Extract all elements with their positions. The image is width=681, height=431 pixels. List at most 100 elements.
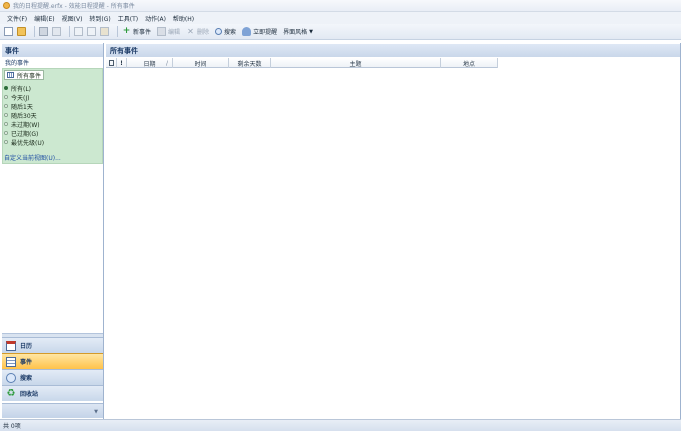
nav-calendar[interactable]: 日历 xyxy=(2,337,103,353)
column-subject-label: 主题 xyxy=(349,60,362,68)
filter-label: 未过期(W) xyxy=(11,121,40,129)
column-date-label: 日期 xyxy=(143,60,156,68)
filter-next-30-days[interactable]: 随后30天 xyxy=(4,111,100,120)
nav-calendar-label: 日历 xyxy=(20,343,33,350)
radio-icon xyxy=(4,104,8,108)
nav-search[interactable]: 搜索 xyxy=(2,369,103,385)
nav-recycle-label: 回收站 xyxy=(20,391,39,398)
toolbar-separator xyxy=(34,26,35,37)
open-folder-icon[interactable] xyxy=(17,27,26,36)
radio-icon xyxy=(4,86,8,90)
filter-label: 所有(L) xyxy=(11,85,32,93)
filter-next-1-day[interactable]: 随后1天 xyxy=(4,102,100,111)
bell-icon xyxy=(242,27,252,36)
plus-icon: + xyxy=(122,26,131,36)
menu-help[interactable]: 帮助(H) xyxy=(173,14,194,23)
grid-icon xyxy=(7,72,14,78)
menu-goto[interactable]: 转到(G) xyxy=(89,14,110,23)
radio-icon xyxy=(4,113,8,117)
pencil-icon xyxy=(157,27,167,36)
radio-icon xyxy=(4,131,8,135)
table-header: ! 日期 / 时间 剩余天数 主题 地点 xyxy=(106,58,498,68)
column-days-left-label: 剩余天数 xyxy=(237,60,262,68)
filter-label: 已过期(G) xyxy=(11,130,39,138)
priority-icon: ! xyxy=(120,59,123,67)
sort-icon: / xyxy=(165,59,168,67)
edit-label: 编辑 xyxy=(168,29,181,36)
menu-bar: 文件(F) 编辑(E) 视图(V) 转到(G) 工具(T) 动作(A) 帮助(H… xyxy=(0,12,681,24)
toolbar-separator xyxy=(117,26,118,37)
filter-not-expired[interactable]: 未过期(W) xyxy=(4,120,100,129)
delete-icon: ✕ xyxy=(187,27,194,36)
toolbar-separator xyxy=(69,26,70,37)
menu-view[interactable]: 视图(V) xyxy=(62,14,83,23)
search-icon xyxy=(215,28,223,35)
filter-label: 随后30天 xyxy=(11,112,37,120)
print-icon[interactable] xyxy=(39,27,48,36)
nav-events[interactable]: 事件 xyxy=(2,353,103,369)
search-label: 搜索 xyxy=(224,29,237,36)
left-pane-header: 事件 xyxy=(2,44,103,57)
radio-icon xyxy=(4,140,8,144)
column-time[interactable]: 时间 xyxy=(173,58,229,68)
cut-icon[interactable] xyxy=(74,27,83,36)
events-icon xyxy=(6,356,16,367)
menu-edit[interactable]: 编辑(E) xyxy=(34,14,54,23)
column-subject[interactable]: 主题 xyxy=(271,58,441,68)
status-text: 共 0项 xyxy=(3,423,21,430)
app-icon xyxy=(3,2,10,9)
nav-recycle-bin[interactable]: ♻ 回收站 xyxy=(2,385,103,401)
column-time-label: 时间 xyxy=(194,60,207,68)
theme-label: 界面风格 xyxy=(283,29,308,36)
paste-icon[interactable] xyxy=(100,27,109,36)
remind-now-label: 立即提醒 xyxy=(253,29,278,36)
menu-actions[interactable]: 动作(A) xyxy=(145,14,166,23)
radio-icon xyxy=(4,122,8,126)
nav-events-label: 事件 xyxy=(20,359,33,366)
theme-button[interactable]: 界面风格 ▼ xyxy=(283,27,313,37)
new-event-button[interactable]: + 新事件 xyxy=(122,26,152,37)
column-location-label: 地点 xyxy=(462,60,475,68)
radio-icon xyxy=(4,95,8,99)
my-events-label: 我的事件 xyxy=(5,60,30,67)
status-bar: 共 0项 xyxy=(0,419,681,431)
delete-label: 删除 xyxy=(197,29,210,36)
copy-icon[interactable] xyxy=(87,27,96,36)
column-date[interactable]: 日期 / xyxy=(127,58,173,68)
filter-all[interactable]: 所有(L) xyxy=(4,84,100,93)
edit-button[interactable]: 编辑 xyxy=(157,27,180,36)
menu-tools[interactable]: 工具(T) xyxy=(118,14,138,23)
filter-today[interactable]: 今天(J) xyxy=(4,93,100,102)
new-event-label: 新事件 xyxy=(133,29,152,36)
column-type[interactable] xyxy=(106,58,117,68)
column-location[interactable]: 地点 xyxy=(441,58,498,68)
filter-label: 最优先级(U) xyxy=(11,139,45,147)
preview-icon[interactable] xyxy=(52,27,61,36)
recycle-icon: ♻ xyxy=(6,387,16,399)
nav-search-label: 搜索 xyxy=(20,375,33,382)
chevron-down-icon: ▼ xyxy=(309,28,313,35)
filter-top-priority[interactable]: 最优先级(U) xyxy=(4,138,100,147)
toolbar: + 新事件 编辑 ✕ 删除 搜索 立即提醒 界面风格 ▼ xyxy=(0,24,681,40)
new-file-icon[interactable] xyxy=(4,27,13,36)
filter-label: 今天(J) xyxy=(11,94,30,102)
column-priority[interactable]: ! xyxy=(117,58,127,68)
search-icon xyxy=(6,372,16,383)
calendar-icon xyxy=(6,340,16,351)
nav-footer[interactable]: ▼ xyxy=(2,403,103,418)
chevron-down-icon: ▼ xyxy=(94,409,98,415)
all-events-button[interactable]: 所有事件 xyxy=(4,70,44,80)
page-icon xyxy=(108,60,114,66)
title-bar: 我的日程提醒.erfx - 效能日程提醒 - 所有事件 xyxy=(0,0,681,12)
filter-expired[interactable]: 已过期(G) xyxy=(4,129,100,138)
column-days-left[interactable]: 剩余天数 xyxy=(229,58,271,68)
search-button[interactable]: 搜索 xyxy=(215,27,236,36)
delete-button[interactable]: ✕ 删除 xyxy=(186,27,209,36)
menu-file[interactable]: 文件(F) xyxy=(7,14,27,23)
custom-view-link[interactable]: 自定义当前视图(U)... xyxy=(4,155,100,163)
filter-label: 随后1天 xyxy=(11,103,33,111)
all-events-label: 所有事件 xyxy=(17,72,42,80)
window-title: 我的日程提醒.erfx - 效能日程提醒 - 所有事件 xyxy=(13,3,135,10)
main-header: 所有事件 xyxy=(106,44,681,57)
remind-now-button[interactable]: 立即提醒 xyxy=(242,27,277,36)
